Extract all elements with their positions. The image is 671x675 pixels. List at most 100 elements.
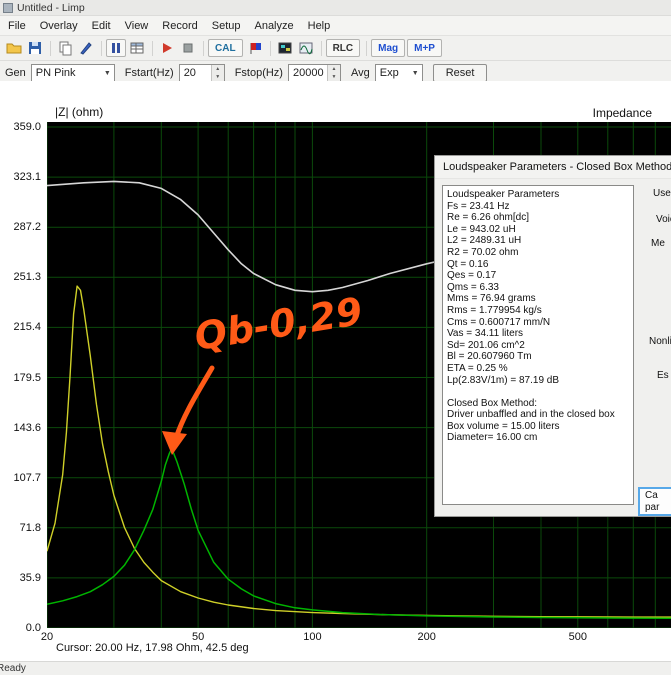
chart-title: Impedance <box>592 106 652 120</box>
toolbar-separator <box>101 40 102 56</box>
fstart-label: Fstart(Hz) <box>124 67 174 79</box>
toolbar-separator <box>366 40 368 56</box>
data-table-icon <box>130 42 144 54</box>
menu-view[interactable]: View <box>118 18 156 34</box>
signal-button[interactable] <box>296 39 316 57</box>
param-line: Mms = 76.94 grams <box>447 293 536 305</box>
generator-select[interactable]: PN Pink ▼ <box>30 64 115 82</box>
generator-value: PN Pink <box>35 67 76 79</box>
param-line: Loudspeaker Parameters <box>447 189 560 200</box>
play-button[interactable] <box>157 39 177 57</box>
button-line-1: Ca <box>645 490 658 501</box>
param-line: Cms = 0.600717 mm/N <box>447 316 551 328</box>
gen-label: Gen <box>5 67 26 79</box>
param-line: Bl = 20.607960 Tm <box>447 351 532 363</box>
menu-setup[interactable]: Setup <box>205 18 248 34</box>
rlc-button[interactable]: RLC <box>325 39 361 57</box>
pen-button[interactable] <box>76 39 96 57</box>
title-bar: Untitled - Limp <box>0 0 671 16</box>
overlay-manager-button[interactable] <box>275 39 295 57</box>
fstart-value: 20 <box>183 67 196 79</box>
window-title: Untitled - Limp <box>17 1 85 14</box>
stepper-arrows[interactable]: ▲ ▼ <box>326 65 340 81</box>
save-button[interactable] <box>25 39 45 57</box>
cal-button[interactable]: CAL <box>208 39 243 57</box>
dialog-title-bar[interactable]: Loudspeaker Parameters - Closed Box Meth… <box>435 156 671 179</box>
param-line: Vas = 34.11 liters <box>447 328 524 340</box>
y-axis-title: |Z| (ohm) <box>55 105 104 119</box>
param-line: Driver unbaffled and in the closed box <box>447 409 615 421</box>
dialog-fragment-voice: Voic <box>656 214 671 225</box>
toolbar-separator <box>269 40 271 56</box>
cursor-readout: Cursor: 20.00 Hz, 17.98 Ohm, 42.5 deg <box>56 642 249 654</box>
dialog-fragment-nonlinear: Nonlin <box>649 336 671 347</box>
param-line: Diameter= 16.00 cm <box>447 432 538 444</box>
up-arrow-icon[interactable]: ▲ <box>327 65 340 73</box>
menu-record[interactable]: Record <box>155 18 204 34</box>
mag-button[interactable]: Mag <box>371 39 406 57</box>
stop-button[interactable] <box>178 39 198 57</box>
dialog-title: Loudspeaker Parameters - Closed Box Meth… <box>443 161 671 173</box>
calculate-parameters-button[interactable]: Ca par <box>638 487 671 516</box>
menu-file[interactable]: File <box>1 18 33 34</box>
parameters-listbox[interactable]: Loudspeaker Parameters Fs = 23.41 Hz Re = … <box>442 185 634 505</box>
reset-button[interactable]: Reset <box>432 64 488 82</box>
mp-button[interactable]: M+P <box>407 39 442 57</box>
table-button[interactable] <box>127 39 147 57</box>
button-line-2: par <box>645 502 660 513</box>
param-line <box>447 386 633 398</box>
dialog-fragment-user: User <box>653 188 671 199</box>
y-axis-label: 359.0 <box>13 121 41 133</box>
overlay-flag-button[interactable] <box>245 39 265 57</box>
param-line: ETA = 0.25 % <box>447 362 508 374</box>
y-axis-label: 323.1 <box>13 171 41 184</box>
pause-button[interactable] <box>106 39 126 57</box>
menu-edit[interactable]: Edit <box>85 18 118 34</box>
param-line: Rms = 1.779954 kg/s <box>447 304 542 316</box>
x-axis-label: 200 <box>417 631 436 643</box>
open-button[interactable] <box>4 39 24 57</box>
y-axis-label: 251.3 <box>13 271 41 284</box>
toolbar: CAL RLC Mag M+P <box>0 36 671 61</box>
dialog-fragment-es: Es <box>657 370 669 381</box>
menu-analyze[interactable]: Analyze <box>247 18 300 34</box>
param-line: Box volume = 15.00 liters <box>447 420 560 432</box>
loudspeaker-parameters-dialog[interactable]: Loudspeaker Parameters - Closed Box Meth… <box>434 155 671 517</box>
y-axis-label: 287.2 <box>13 221 41 234</box>
param-line: Qes = 0.17 <box>447 270 497 282</box>
param-line: Closed Box Method: <box>447 397 538 409</box>
fstart-stepper[interactable]: 20 ▲ ▼ <box>178 64 225 82</box>
stop-icon <box>183 43 193 53</box>
stepper-arrows[interactable]: ▲ ▼ <box>210 65 224 81</box>
waveform-icon <box>299 42 313 55</box>
status-bar: Ready <box>0 661 671 675</box>
toolbar-separator <box>152 40 153 56</box>
param-line: Re = 6.26 ohm[dc] <box>447 212 529 224</box>
y-axis-label: 215.4 <box>13 321 41 334</box>
avg-value: Exp <box>379 67 399 79</box>
chevron-down-icon: ▼ <box>411 69 419 77</box>
menu-overlay[interactable]: Overlay <box>33 18 85 34</box>
menu-help[interactable]: Help <box>301 18 338 34</box>
fstop-stepper[interactable]: 20000 ▲ ▼ <box>287 64 341 82</box>
down-arrow-icon[interactable]: ▼ <box>327 73 340 81</box>
open-folder-icon <box>6 43 22 54</box>
y-axis: 359.0 323.1 287.2 251.3 215.4 179.5 143.6 107.7… <box>0 81 43 641</box>
pen-icon <box>80 42 92 55</box>
param-line: Le = 943.02 uH <box>447 223 516 235</box>
fstop-value: 20000 <box>292 67 324 79</box>
avg-select[interactable]: Exp ▼ <box>374 64 423 82</box>
down-arrow-icon[interactable]: ▼ <box>211 73 224 81</box>
menu-bar: File Overlay Edit View Record Setup Anal… <box>0 16 671 36</box>
copy-button[interactable] <box>55 39 75 57</box>
status-text: Ready <box>0 663 26 674</box>
floppy-disk-icon <box>29 42 41 54</box>
y-axis-label: 35.9 <box>19 571 41 584</box>
pause-icon <box>112 43 120 53</box>
y-axis-label: 179.5 <box>13 371 41 384</box>
x-axis-label: 500 <box>568 631 587 643</box>
up-arrow-icon[interactable]: ▲ <box>211 65 224 73</box>
toolbar-separator <box>203 40 204 56</box>
toolbar-separator <box>320 40 322 56</box>
avg-label: Avg <box>350 67 370 79</box>
